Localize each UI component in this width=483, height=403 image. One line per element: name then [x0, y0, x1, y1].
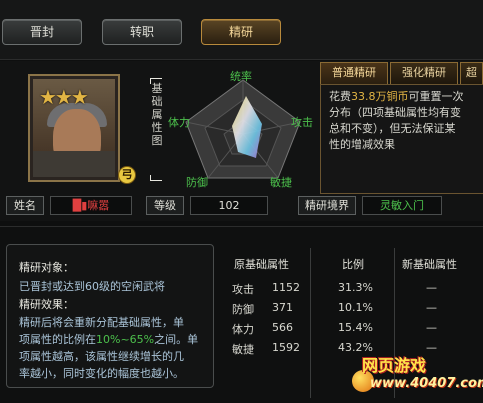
table-row: 防御 371 10.1% —: [226, 298, 483, 320]
radar-title: 基础属性图: [151, 82, 163, 147]
tab-transfer-job[interactable]: 转职: [102, 19, 182, 45]
radar-label-attack: 攻击: [291, 116, 313, 129]
refine-info-text: 花费33.8万铜币可重置一次 分布（四项基础属性均有变 总和不变），但无法保证某…: [329, 89, 483, 153]
attr-name: 体力: [232, 323, 254, 336]
realm-label: 精研境界: [298, 196, 356, 215]
attr-value: 566: [272, 321, 293, 334]
refine-info-line-3: 总和不变），但无法保证某: [329, 122, 456, 135]
level-value: 102: [190, 196, 268, 215]
header-original-attr: 原基础属性: [234, 258, 289, 271]
radar-label-command: 统率: [230, 70, 252, 83]
cost-amount: 33.8万铜币: [351, 90, 409, 103]
general-portrait: ★★★: [28, 74, 120, 182]
radar-label-agility: 敏捷: [270, 176, 292, 189]
attr-new: —: [426, 281, 437, 294]
refine-info-line-2: 分布（四项基础属性均有变: [329, 106, 461, 119]
class-badge-icon: 弓: [118, 166, 136, 184]
refine-info-line-4: 性的增减效果: [329, 138, 395, 151]
effect-line-4: 率越小，同时变化的幅度也越小。: [19, 367, 184, 380]
cost-suffix: 可重置一次: [408, 90, 464, 103]
level-label: 等级: [146, 196, 184, 215]
tab-super-refine[interactable]: 超: [460, 62, 483, 84]
tab-enhanced-refine[interactable]: 强化精研: [390, 62, 458, 84]
cost-prefix: 花费: [329, 90, 351, 103]
top-tab-bar: 晋封 转职 精研: [0, 0, 483, 60]
table-row: 攻击 1152 31.3% —: [226, 278, 483, 300]
general-info-row: 姓名 █▮嘛嚣 等级 102 精研境界 灵敏入门: [0, 196, 483, 218]
tab-refine[interactable]: 精研: [201, 19, 281, 45]
realm-value: 灵敏入门: [362, 196, 442, 215]
attr-new: —: [426, 321, 437, 334]
tab-normal-refine[interactable]: 普通精研: [320, 62, 388, 84]
radar-label-stamina: 体力: [168, 116, 190, 129]
tab-promote[interactable]: 晋封: [2, 19, 82, 45]
watermark-line-1: 网页游戏: [362, 356, 427, 375]
attr-ratio: 31.3%: [338, 281, 373, 294]
range-highlight: 10%~65%: [96, 333, 155, 346]
attr-value: 1592: [272, 341, 300, 354]
name-value: █▮嘛嚣: [50, 196, 132, 215]
site-watermark: 网页游戏 www.40407.com: [352, 352, 483, 400]
effect-line-1: 精研后将会重新分配基础属性，单: [19, 316, 184, 329]
effect-heading: 精研效果：: [19, 298, 74, 311]
watermark-line-2: www.40407.com: [370, 376, 483, 391]
attr-new: —: [426, 301, 437, 314]
effect-line-2: 项属性的比例在10%~65%之间。单: [19, 333, 199, 346]
attr-value: 371: [272, 301, 293, 314]
attr-ratio: 10.1%: [338, 301, 373, 314]
attr-ratio: 15.4%: [338, 321, 373, 334]
bracket-bottom: [150, 175, 162, 181]
target-heading: 精研对象：: [19, 261, 74, 274]
effect-line-3: 项属性越高，该属性继续增长的几: [19, 350, 184, 363]
header-ratio: 比例: [342, 258, 364, 271]
table-row: 体力 566 15.4% —: [226, 318, 483, 340]
radar-label-defense: 防御: [186, 176, 208, 189]
refine-description-box: 精研对象： 已晋封或达到60级的空闲武将 精研效果： 精研后将会重新分配基础属性…: [6, 244, 214, 388]
refine-info-panel: 花费33.8万铜币可重置一次 分布（四项基础属性均有变 总和不变），但无法保证某…: [320, 84, 483, 194]
header-new-attr: 新基础属性: [402, 258, 457, 271]
star-rating-icon: ★★★: [39, 85, 89, 109]
attr-value: 1152: [272, 281, 300, 294]
attr-name: 防御: [232, 303, 254, 316]
attr-name: 敏捷: [232, 343, 254, 356]
name-label: 姓名: [6, 196, 44, 215]
target-text: 已晋封或达到60级的空闲武将: [19, 280, 165, 293]
attr-name: 攻击: [232, 283, 254, 296]
armor-art: [33, 151, 115, 177]
